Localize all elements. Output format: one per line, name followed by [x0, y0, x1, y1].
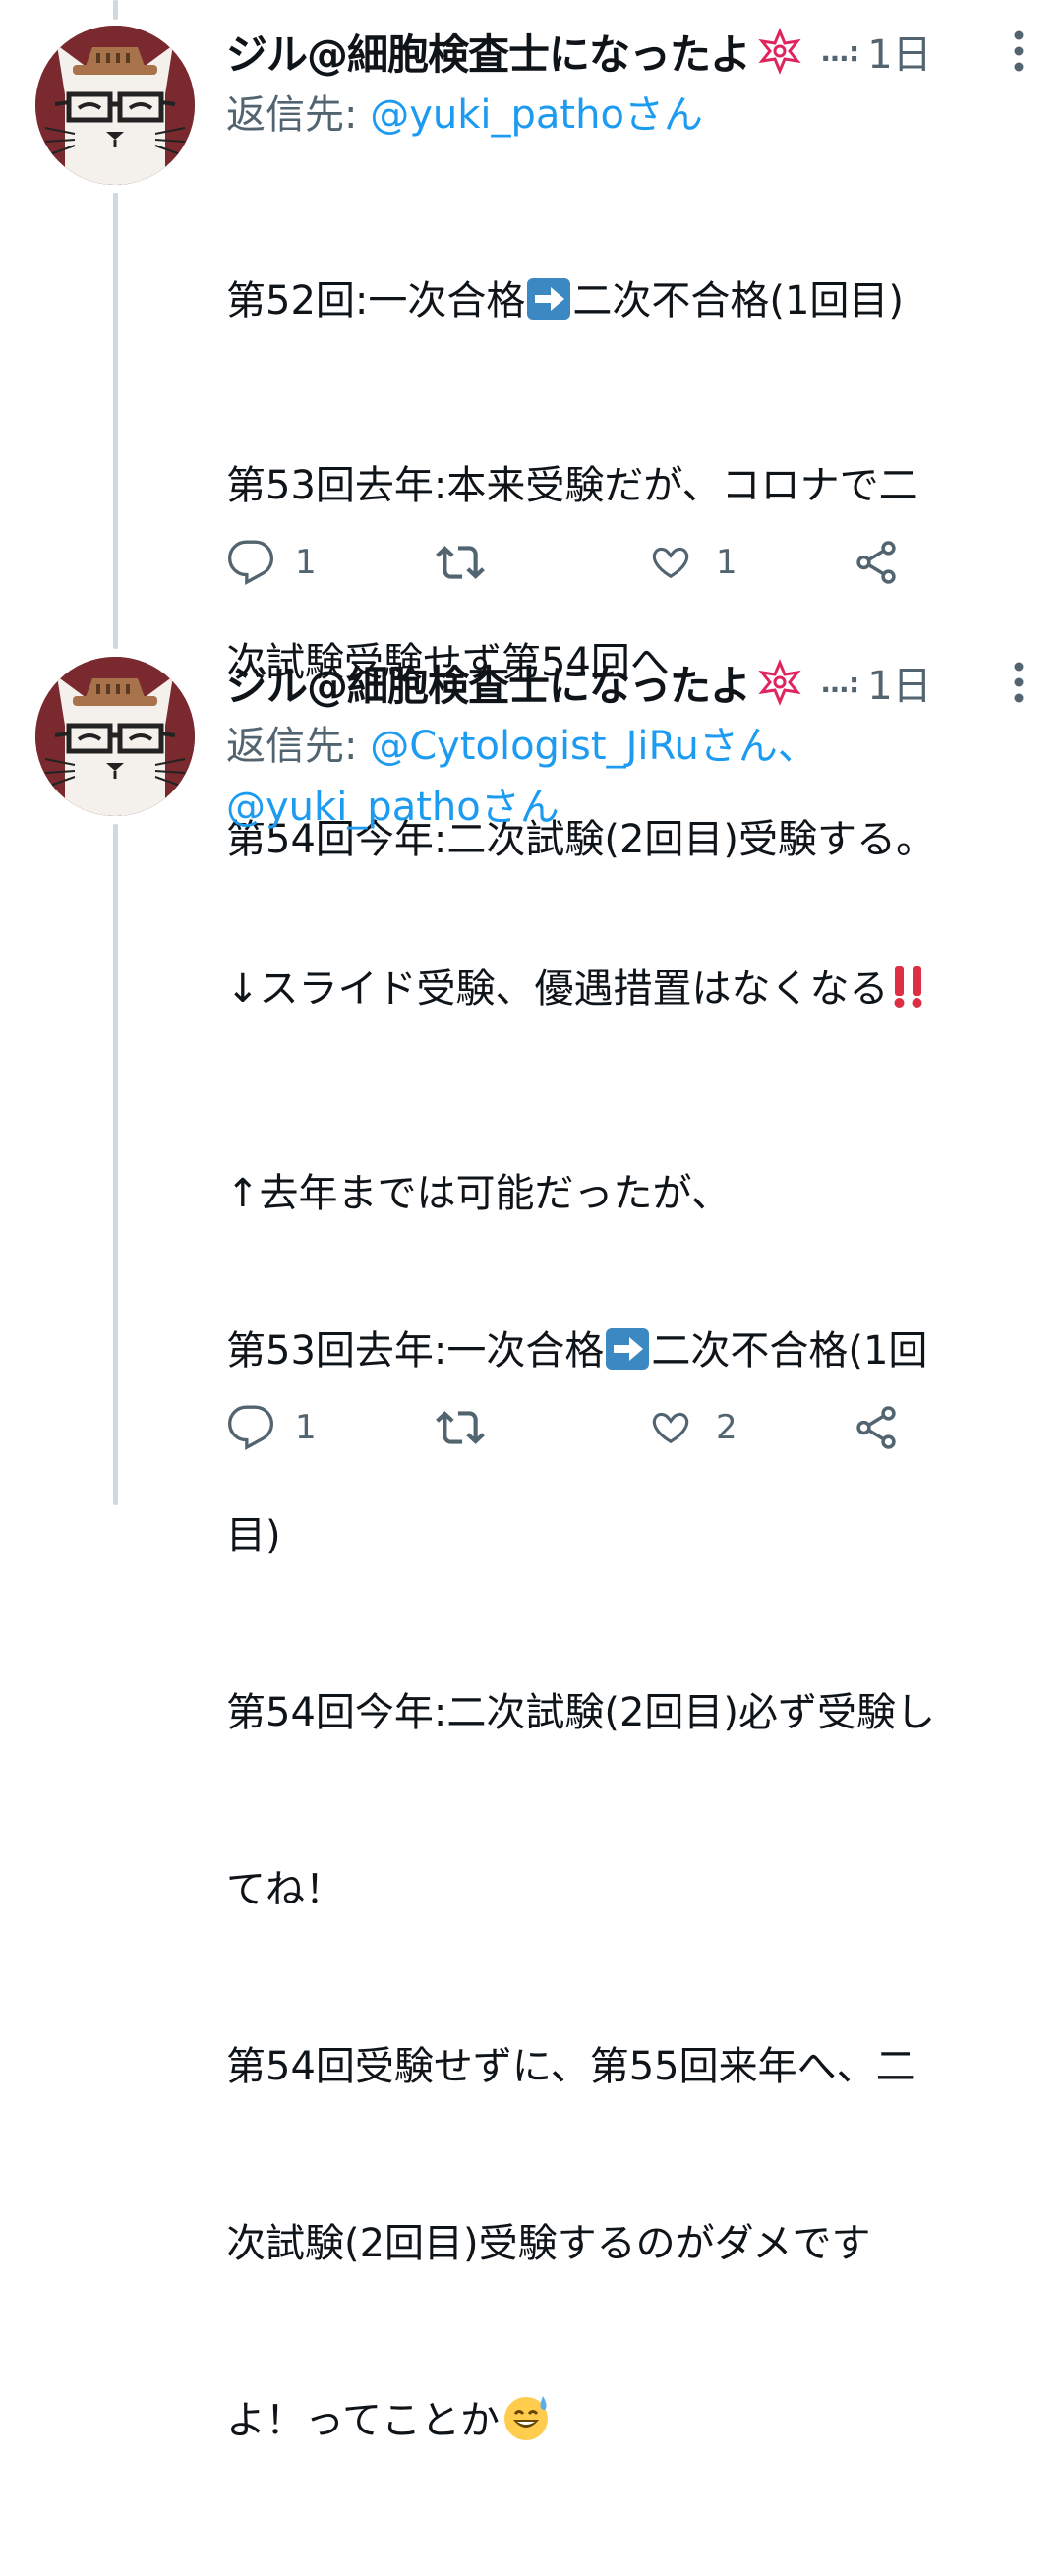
- thread-line-middle: [113, 193, 118, 649]
- double-exclamation-emoji-icon: [889, 963, 928, 1026]
- avatar[interactable]: [35, 26, 195, 185]
- body-line: 次試験(2回目)受験するのがダメです: [226, 2221, 871, 2266]
- avatar[interactable]: [35, 657, 195, 816]
- share-button[interactable]: [852, 533, 901, 592]
- share-icon: [856, 1406, 896, 1449]
- body-line: よ！ってことか: [226, 2391, 1013, 2458]
- share-icon: [856, 541, 896, 584]
- retweet-button[interactable]: [433, 1398, 488, 1457]
- like-button[interactable]: 2: [645, 1398, 738, 1457]
- share-button[interactable]: [852, 1398, 901, 1457]
- cat-avatar-icon: [35, 26, 195, 185]
- body-line: 第54回受験せずに、第55回来年へ、二: [226, 2044, 915, 2089]
- retweet-icon: [436, 546, 485, 579]
- flower-badge-icon: [756, 659, 803, 706]
- body-line: [226, 1144, 1013, 1203]
- like-count: 1: [716, 543, 738, 582]
- body-line: てね！: [226, 1867, 344, 1912]
- body-line: 第53回去年:本来受験だが、コロナで二: [226, 463, 918, 508]
- author-handle-truncated[interactable]: …:: [821, 35, 859, 68]
- author-name[interactable]: ジル@細胞検査士になったよ: [226, 22, 751, 82]
- mention-link[interactable]: @Cytologist_JiRuさん、: [370, 724, 817, 769]
- heart-icon: [652, 547, 689, 579]
- more-options-icon[interactable]: [1011, 659, 1027, 706]
- mention-link[interactable]: @yuki_pathoさん: [370, 92, 703, 138]
- retweet-icon: [436, 1411, 485, 1444]
- thread-line-bottom: [113, 824, 118, 1505]
- tweet-time[interactable]: 1日: [867, 23, 931, 80]
- reply-to-line: 返信先: @yuki_pathoさん: [226, 85, 1023, 146]
- author-handle-truncated[interactable]: …:: [821, 667, 859, 699]
- reply-to-prefix: 返信先:: [226, 724, 371, 769]
- cat-avatar-icon: [35, 657, 195, 816]
- tweet-body: ↓スライド受験、優遇措置はなくなる 第53回去年:一次合格 二次不合格(1回 目)…: [226, 842, 1013, 2576]
- right-arrow-emoji-icon: [604, 1326, 651, 1388]
- reply-count: 1: [295, 1408, 317, 1447]
- flower-badge-icon: [756, 28, 803, 75]
- right-arrow-emoji-icon: [525, 276, 572, 338]
- thread-line-top: [113, 0, 118, 20]
- reply-to-line: 返信先: @Cytologist_JiRuさん、 @yuki_pathoさん: [226, 716, 1023, 838]
- like-count: 2: [716, 1408, 738, 1447]
- tweet-header: ジル@細胞検査士になったよ …: 1日: [226, 653, 1024, 713]
- retweet-button[interactable]: [433, 533, 488, 592]
- body-line: ↓スライド受験、優遇措置はなくなる: [226, 960, 1013, 1026]
- reply-icon: [227, 1405, 274, 1451]
- tweet-actions: 1 2: [226, 1398, 934, 1457]
- tweet-time[interactable]: 1日: [867, 654, 931, 711]
- author-name[interactable]: ジル@細胞検査士になったよ: [226, 653, 751, 713]
- like-button[interactable]: 1: [645, 533, 738, 592]
- sweat-smile-emoji-icon: [500, 2392, 553, 2458]
- reply-button[interactable]: 1: [226, 533, 317, 592]
- reply-count: 1: [295, 543, 317, 582]
- tweet-actions: 1 1: [226, 533, 934, 592]
- body-line: 第52回:一次合格 二次不合格(1回目): [226, 271, 1013, 338]
- reply-to-prefix: 返信先:: [226, 92, 371, 138]
- mention-link[interactable]: @yuki_pathoさん: [226, 785, 560, 830]
- body-line: 第54回今年:二次試験(2回目)必ず受験し: [226, 1690, 936, 1735]
- body-line: 第53回去年:一次合格 二次不合格(1回: [226, 1321, 1013, 1388]
- reply-icon: [227, 540, 274, 586]
- tweet-header: ジル@細胞検査士になったよ …: 1日: [226, 22, 1024, 82]
- more-options-icon[interactable]: [1011, 28, 1027, 75]
- reply-button[interactable]: 1: [226, 1398, 317, 1457]
- heart-icon: [652, 1412, 689, 1444]
- body-line: 目): [226, 1513, 281, 1558]
